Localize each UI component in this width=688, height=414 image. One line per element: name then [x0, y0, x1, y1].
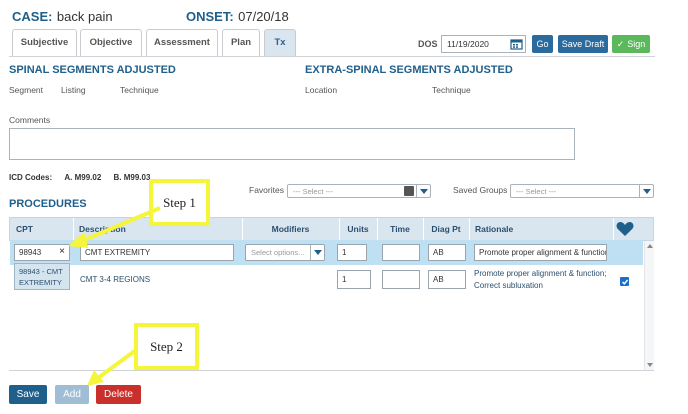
step1-arrow	[68, 206, 161, 386]
add-button[interactable]: Add	[55, 385, 89, 404]
save-button[interactable]: Save	[9, 385, 47, 404]
delete-button[interactable]: Delete	[96, 385, 141, 404]
step2-callout: Step 2	[134, 323, 199, 370]
